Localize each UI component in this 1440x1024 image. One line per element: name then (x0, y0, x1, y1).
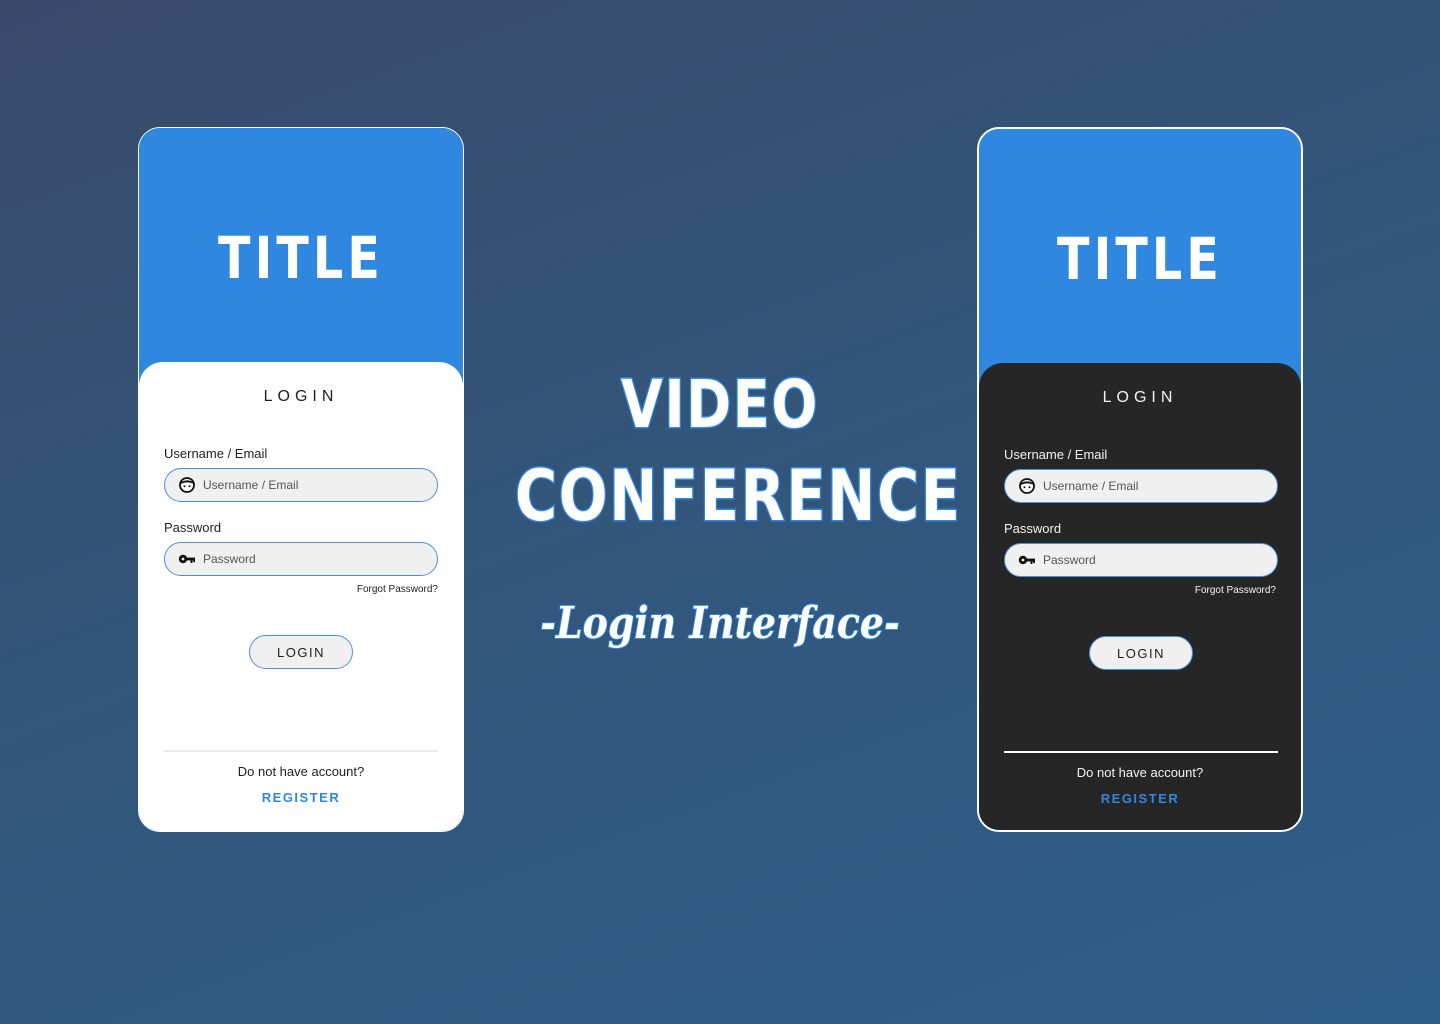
password-label: Password (164, 520, 222, 535)
divider (164, 750, 438, 752)
no-account-text: Do not have account? (237, 764, 365, 779)
key-icon (178, 554, 195, 564)
username-field[interactable] (164, 468, 438, 502)
password-input[interactable] (203, 543, 423, 575)
login-panel: LOGIN Username / Email Password Forgot P… (979, 363, 1301, 830)
password-label: Password (1004, 521, 1062, 536)
app-title: TITLE (218, 224, 384, 292)
panel-title: LOGIN (1102, 389, 1178, 406)
header-banner: TITLE (979, 129, 1301, 379)
password-input[interactable] (1043, 544, 1263, 576)
login-button[interactable]: LOGIN (249, 635, 353, 669)
no-account-text: Do not have account? (1076, 765, 1204, 780)
password-field[interactable] (164, 542, 438, 576)
key-icon (1018, 555, 1035, 565)
divider (1004, 751, 1278, 753)
password-field[interactable] (1004, 543, 1278, 577)
header-banner: TITLE (139, 128, 463, 378)
username-label: Username / Email (1004, 447, 1108, 462)
subheadline-login-interface: -Login Interface- (539, 597, 900, 650)
dark-login-screen: TITLE LOGIN Username / Email Password (977, 127, 1303, 832)
username-field[interactable] (1004, 469, 1278, 503)
login-panel: LOGIN Username / Email Password Forgot P… (139, 362, 463, 831)
headline-video: VIDEO (620, 365, 820, 445)
user-face-icon (179, 477, 195, 493)
register-link[interactable]: REGISTER (979, 791, 1301, 806)
username-input[interactable] (203, 469, 423, 501)
panel-title: LOGIN (263, 388, 339, 405)
headline-conference: CONFERENCE (514, 454, 962, 539)
user-face-icon (1019, 478, 1035, 494)
username-input[interactable] (1043, 470, 1263, 502)
login-button[interactable]: LOGIN (1089, 636, 1193, 670)
username-label: Username / Email (164, 446, 268, 461)
forgot-password-link[interactable]: Forgot Password? (357, 584, 438, 595)
register-link[interactable]: REGISTER (139, 790, 463, 805)
forgot-password-link[interactable]: Forgot Password? (1195, 585, 1276, 596)
app-title: TITLE (1057, 225, 1223, 293)
light-login-screen: TITLE LOGIN Username / Email Password (138, 127, 464, 832)
